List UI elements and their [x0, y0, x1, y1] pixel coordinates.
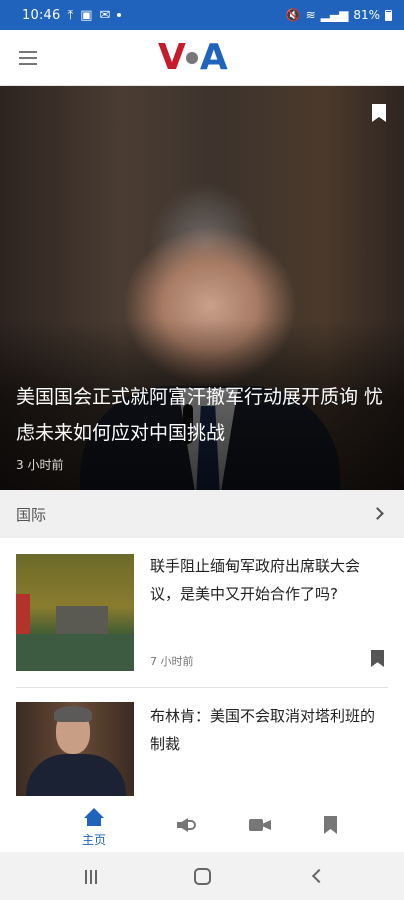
logo-letter-v: V [158, 37, 186, 78]
status-time: 10:46 [22, 7, 61, 23]
image-icon: ▣ [80, 7, 93, 23]
status-bar: 10:46 ⤒ ▣ ✉ 🔇 ≋ ▂▄▆ 81% [0, 0, 404, 30]
chevron-right-icon [371, 507, 384, 520]
list-item[interactable]: 联手阻止缅甸军政府出席联大会议，是美中又开始合作了吗? 7 小时前 [0, 538, 404, 688]
mail-icon: ✉ [99, 7, 111, 23]
mute-icon: 🔇 [285, 8, 301, 22]
speaker-icon [177, 817, 197, 833]
menu-button[interactable] [0, 30, 56, 86]
bottom-nav: 主页 [0, 800, 404, 852]
nav-audio[interactable] [147, 800, 227, 852]
battery-icon [385, 9, 392, 21]
hamburger-menu-icon [19, 50, 37, 65]
list-item[interactable]: 布林肯：美国不会取消对塔利班的制裁 [0, 688, 404, 800]
article-thumbnail [16, 702, 134, 796]
system-nav-bar [0, 852, 404, 900]
voa-logo: V A [158, 40, 228, 76]
hero-time: 3 小时前 [16, 458, 64, 472]
app-header: V A [0, 30, 404, 86]
article-thumbnail [16, 554, 134, 671]
article-title: 联手阻止缅甸军政府出席联大会议，是美中又开始合作了吗? [150, 557, 361, 603]
hero-title: 美国国会正式就阿富汗撤军行动展开质询 忧虑未来如何应对中国挑战 [16, 386, 384, 444]
hero-story[interactable]: 美国国会正式就阿富汗撤军行动展开质询 忧虑未来如何应对中国挑战 3 小时前 [0, 86, 404, 490]
bookmark-icon [324, 816, 337, 834]
bookmark-icon[interactable] [371, 650, 384, 667]
notification-dot-icon [117, 13, 122, 17]
nav-saved[interactable] [291, 800, 371, 852]
logo-dot [185, 52, 198, 64]
article-time: 7 小时前 [150, 655, 194, 668]
logo-letter-a: A [199, 37, 228, 78]
signal-icon: ▂▄▆ [320, 8, 349, 22]
nav-home-label: 主页 [81, 833, 106, 847]
video-camera-icon [249, 819, 271, 831]
system-home-icon[interactable] [194, 868, 211, 885]
wifi-icon: ≋ [305, 8, 316, 22]
section-title: 国际 [16, 505, 47, 524]
upload-icon: ⤒ [67, 7, 74, 23]
section-header-international[interactable]: 国际 [0, 490, 404, 538]
recents-icon[interactable] [84, 870, 98, 884]
battery-percent: 81% [353, 8, 380, 22]
article-title: 布林肯：美国不会取消对塔利班的制裁 [150, 707, 376, 753]
back-icon[interactable] [311, 868, 327, 884]
home-icon [84, 808, 104, 826]
nav-home[interactable]: 主页 [54, 800, 134, 852]
nav-video[interactable] [219, 800, 299, 852]
